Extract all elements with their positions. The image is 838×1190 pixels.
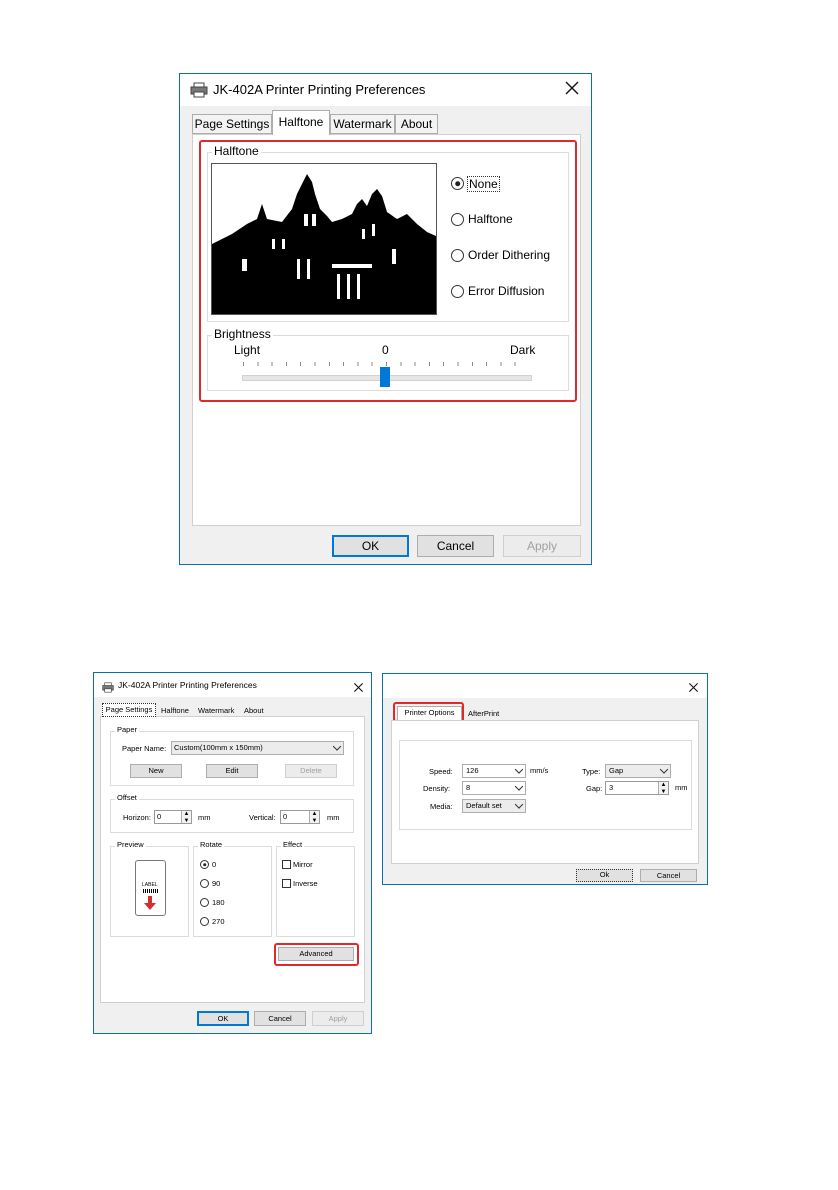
cancel-button[interactable]: Cancel	[417, 535, 494, 557]
media-value: Default set	[466, 801, 502, 810]
gap-unit: mm	[675, 783, 688, 792]
ok-button[interactable]: OK	[332, 535, 409, 557]
halftone-highlight	[199, 140, 577, 402]
vertical-input[interactable]: 0 ▲ ▼	[280, 810, 320, 824]
media-select[interactable]: Default set	[462, 799, 526, 813]
tab-printer-options[interactable]: Printer Options	[397, 706, 462, 720]
tab-watermark[interactable]: Watermark	[198, 706, 234, 715]
page-settings-dialog: JK-402A Printer Printing Preferences Pag…	[93, 672, 372, 1034]
chevron-down-icon	[659, 765, 669, 774]
window-title: JK-402A Printer Printing Preferences	[213, 82, 426, 97]
cancel-button[interactable]: Cancel	[640, 869, 697, 882]
density-value: 8	[466, 783, 471, 792]
paper-name-select[interactable]: Custom(100mm x 150mm)	[171, 741, 344, 755]
apply-button: Apply	[312, 1011, 364, 1026]
offset-group-label: Offset	[115, 793, 139, 802]
inverse-checkbox[interactable]	[282, 879, 291, 888]
close-icon[interactable]	[564, 80, 580, 101]
tab-halftone[interactable]: Halftone	[161, 706, 189, 715]
tab-halftone[interactable]: Halftone	[272, 110, 330, 135]
edit-button[interactable]: Edit	[206, 764, 258, 778]
density-label: Density:	[423, 784, 451, 793]
speed-unit: mm/s	[530, 766, 549, 775]
cancel-button[interactable]: Cancel	[254, 1011, 306, 1026]
horizon-input[interactable]: 0 ▲ ▼	[154, 810, 192, 824]
tab-about[interactable]: About	[395, 114, 438, 134]
rotate-radio-90[interactable]	[200, 879, 209, 888]
tab-about[interactable]: About	[244, 706, 264, 715]
vertical-value: 0	[283, 812, 288, 821]
chevron-down-icon	[514, 800, 524, 809]
horizon-unit: mm	[198, 813, 211, 822]
stepper-icon[interactable]: ▲ ▼	[658, 782, 668, 794]
tab-page-settings[interactable]: Page Settings	[102, 703, 156, 717]
rotate-label-270: 270	[212, 917, 225, 926]
speed-value: 126	[466, 766, 479, 775]
label-card-text: LABEL	[142, 882, 158, 888]
rotate-label-90: 90	[212, 879, 221, 888]
horizon-value: 0	[157, 812, 162, 821]
speed-select[interactable]: 126	[462, 764, 526, 778]
label-preview-card: LABEL	[135, 860, 166, 916]
advanced-dialog: Printer Options AfterPrint Speed: 126 mm…	[382, 673, 708, 885]
type-label: Type:	[582, 767, 601, 776]
media-label: Media:	[430, 802, 453, 811]
gap-value: 3	[609, 783, 614, 792]
rotate-radio-180[interactable]	[200, 898, 209, 907]
paper-name-label: Paper Name:	[122, 744, 167, 753]
gap-input[interactable]: 3 ▲ ▼	[605, 781, 669, 795]
paper-group-label: Paper	[115, 725, 140, 734]
stepper-icon[interactable]: ▲ ▼	[309, 811, 319, 823]
density-select[interactable]: 8	[462, 781, 526, 795]
chevron-down-icon	[514, 765, 524, 774]
printer-icon	[190, 82, 208, 103]
ok-button[interactable]: Ok	[576, 869, 633, 882]
horizon-label: Horizon:	[123, 813, 151, 822]
advanced-highlight	[274, 943, 359, 966]
ok-button[interactable]: OK	[197, 1011, 249, 1026]
delete-button: Delete	[285, 764, 337, 778]
rotate-group-label: Rotate	[198, 840, 225, 849]
title-bar: JK-402A Printer Printing Preferences	[94, 673, 371, 697]
inverse-label: Inverse	[293, 879, 318, 888]
arrow-down-icon	[144, 896, 156, 915]
barcode-icon	[143, 889, 158, 893]
title-bar	[383, 674, 707, 698]
apply-button: Apply	[503, 535, 581, 557]
vertical-unit: mm	[327, 813, 340, 822]
effect-group-label: Effect	[281, 840, 305, 849]
rotate-radio-270[interactable]	[200, 917, 209, 926]
halftone-dialog: JK-402A Printer Printing Preferences Pag…	[179, 73, 592, 565]
chevron-down-icon	[332, 742, 342, 751]
window-title: JK-402A Printer Printing Preferences	[118, 680, 257, 690]
paper-name-value: Custom(100mm x 150mm)	[174, 743, 263, 752]
speed-label: Speed:	[429, 767, 453, 776]
tab-page-settings[interactable]: Page Settings	[192, 114, 272, 134]
close-icon[interactable]	[353, 680, 364, 698]
chevron-down-icon	[514, 782, 524, 791]
rotate-label-0: 0	[212, 860, 217, 869]
type-value: Gap	[609, 766, 624, 775]
mirror-checkbox[interactable]	[282, 860, 291, 869]
tab-afterprint[interactable]: AfterPrint	[468, 709, 499, 718]
gap-label: Gap:	[586, 784, 603, 793]
preview-group-label: Preview	[115, 840, 146, 849]
stepper-icon[interactable]: ▲ ▼	[181, 811, 191, 823]
type-select[interactable]: Gap	[605, 764, 671, 778]
printer-icon	[102, 680, 114, 698]
vertical-label: Vertical:	[249, 813, 276, 822]
rotate-radio-0[interactable]	[200, 860, 209, 869]
rotate-label-180: 180	[212, 898, 225, 907]
new-button[interactable]: New	[130, 764, 182, 778]
close-icon[interactable]	[688, 680, 699, 698]
title-bar: JK-402A Printer Printing Preferences	[180, 74, 591, 106]
mirror-label: Mirror	[293, 860, 313, 869]
tab-watermark[interactable]: Watermark	[330, 114, 395, 134]
